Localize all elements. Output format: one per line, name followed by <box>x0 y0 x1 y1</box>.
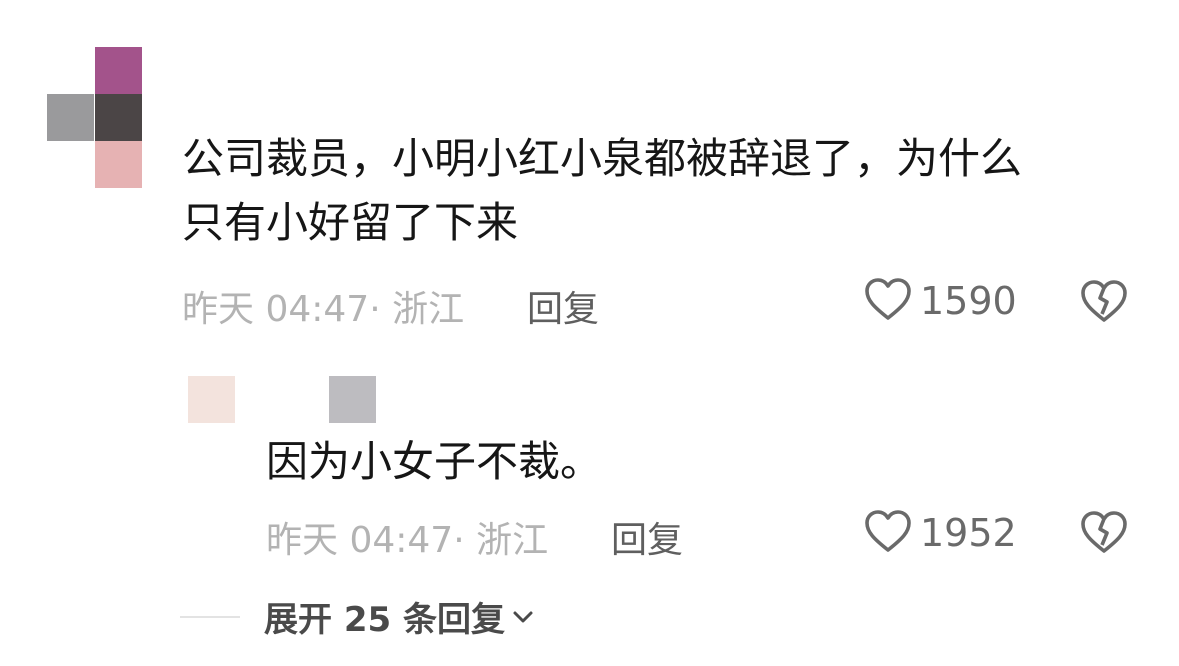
comment-meta: 昨天 04:47· 浙江 <box>182 289 465 330</box>
divider-line <box>180 615 240 618</box>
comment-text-line: 只有小好留了下来 <box>182 198 519 247</box>
comment-text-line: 公司裁员，小明小红小泉都被辞退了，为什么 <box>182 134 1023 183</box>
avatar-pixel <box>95 47 142 94</box>
reply-avatar[interactable] <box>188 376 378 423</box>
avatar-pixel <box>47 94 94 141</box>
broken-heart-icon <box>1080 280 1128 328</box>
avatar-pixel <box>188 376 235 423</box>
heart-outline-icon <box>864 508 912 558</box>
avatar-pixel <box>95 141 142 188</box>
chevron-down-icon <box>511 609 535 625</box>
like-button[interactable]: 1952 <box>864 508 1017 558</box>
expand-replies-label: 展开 25 条回复 <box>264 600 505 640</box>
like-button[interactable]: 1590 <box>864 276 1017 326</box>
reply-button[interactable]: 回复 <box>527 280 599 332</box>
expand-replies-button[interactable]: 展开 25 条回复 <box>180 592 535 641</box>
comment-text: 公司裁员，小明小红小泉都被辞退了，为什么 只有小好留了下来 <box>182 127 1022 255</box>
avatar-pixel <box>329 376 376 423</box>
comment-avatar[interactable] <box>47 47 142 188</box>
dislike-button[interactable] <box>1080 509 1128 559</box>
dislike-button[interactable] <box>1080 278 1128 328</box>
like-count: 1590 <box>920 279 1017 323</box>
like-count: 1952 <box>920 511 1017 555</box>
avatar-pixel <box>95 94 142 141</box>
reply-button[interactable]: 回复 <box>611 511 683 563</box>
reply-text: 因为小女子不裁。 <box>266 437 603 486</box>
heart-outline-icon <box>864 276 912 326</box>
broken-heart-icon <box>1080 511 1128 559</box>
reply-meta: 昨天 04:47· 浙江 <box>266 520 549 561</box>
